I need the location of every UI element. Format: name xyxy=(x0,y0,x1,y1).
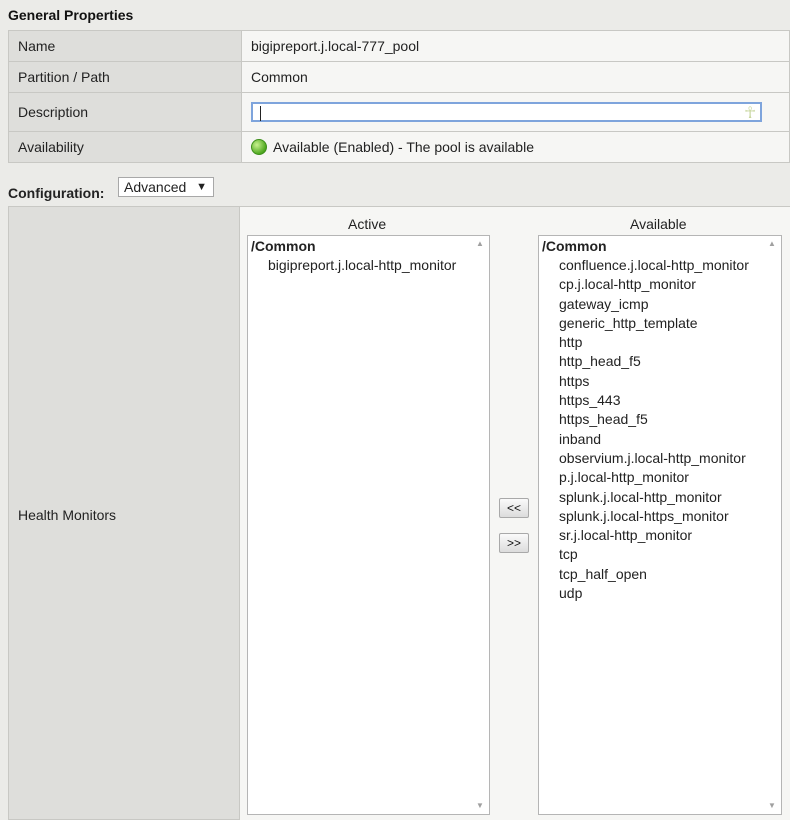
text-caret xyxy=(260,106,261,121)
configuration-select[interactable]: Advanced ▼ xyxy=(118,177,214,197)
monitor-option[interactable]: https_443 xyxy=(539,391,781,410)
available-scrollbar[interactable]: ▲ ▼ xyxy=(766,236,781,814)
partition-label: Partition / Path xyxy=(8,61,242,93)
monitor-option[interactable]: https_head_f5 xyxy=(539,410,781,429)
description-cell: ☥ xyxy=(241,92,790,132)
configuration-label: Configuration: xyxy=(8,185,105,201)
monitor-option[interactable]: sr.j.local-http_monitor xyxy=(539,526,781,545)
description-label: Description xyxy=(8,92,242,132)
availability-label: Availability xyxy=(8,131,242,163)
partition-value: Common xyxy=(241,61,790,93)
active-scrollbar[interactable]: ▲ ▼ xyxy=(474,236,489,814)
monitor-option[interactable]: http xyxy=(539,333,781,352)
monitor-option[interactable]: confluence.j.local-http_monitor xyxy=(539,256,781,275)
name-value: bigipreport.j.local-777_pool xyxy=(241,30,790,62)
name-label: Name xyxy=(8,30,242,62)
general-properties-title: General Properties xyxy=(8,7,134,23)
password-manager-icon[interactable]: ☥ xyxy=(744,103,756,122)
general-properties-table: Name bigipreport.j.local-777_pool Partit… xyxy=(8,30,790,163)
monitor-option[interactable]: tcp xyxy=(539,545,781,564)
description-row: Description ☥ xyxy=(8,92,790,132)
monitor-option[interactable]: http_head_f5 xyxy=(539,352,781,371)
availability-value: Available (Enabled) - The pool is availa… xyxy=(273,139,534,155)
health-monitors-label: Health Monitors xyxy=(18,507,117,523)
monitor-option[interactable]: bigipreport.j.local-http_monitor xyxy=(248,256,489,275)
active-monitors-list[interactable]: /Common bigipreport.j.local-http_monitor… xyxy=(247,235,490,815)
remove-monitor-button[interactable]: >> xyxy=(499,533,529,553)
monitor-option[interactable]: splunk.j.local-http_monitor xyxy=(539,488,781,507)
monitor-option[interactable]: https xyxy=(539,372,781,391)
health-monitors-label-cell: Health Monitors xyxy=(8,206,240,820)
monitor-option[interactable]: splunk.j.local-https_monitor xyxy=(539,507,781,526)
monitor-option[interactable]: tcp_half_open xyxy=(539,565,781,584)
monitor-option[interactable]: udp xyxy=(539,584,781,603)
scroll-down-icon[interactable]: ▼ xyxy=(476,801,484,810)
available-header: Available xyxy=(630,216,687,232)
monitor-option[interactable]: inband xyxy=(539,430,781,449)
name-row: Name bigipreport.j.local-777_pool xyxy=(8,30,790,62)
monitor-option[interactable]: generic_http_template xyxy=(539,314,781,333)
available-group-label: /Common xyxy=(542,238,607,254)
monitor-option[interactable]: gateway_icmp xyxy=(539,295,781,314)
monitor-option[interactable]: observium.j.local-http_monitor xyxy=(539,449,781,468)
availability-cell: Available (Enabled) - The pool is availa… xyxy=(241,131,790,163)
scroll-up-icon[interactable]: ▲ xyxy=(476,239,484,248)
partition-row: Partition / Path Common xyxy=(8,61,790,93)
configuration-selected: Advanced xyxy=(124,179,187,195)
scroll-down-icon[interactable]: ▼ xyxy=(768,801,776,810)
description-input[interactable]: ☥ xyxy=(251,102,762,122)
dropdown-arrow-icon: ▼ xyxy=(196,181,207,193)
status-green-icon xyxy=(251,139,267,155)
monitor-option[interactable]: cp.j.local-http_monitor xyxy=(539,275,781,294)
add-monitor-button[interactable]: << xyxy=(499,498,529,518)
health-monitors-content: Active Available /Common bigipreport.j.l… xyxy=(240,206,790,820)
monitor-option[interactable]: p.j.local-http_monitor xyxy=(539,468,781,487)
availability-row: Availability Available (Enabled) - The p… xyxy=(8,131,790,163)
available-monitors-list[interactable]: /Common confluence.j.local-http_monitor c… xyxy=(538,235,782,815)
active-header: Active xyxy=(348,216,387,232)
active-group-label: /Common xyxy=(251,238,316,254)
scroll-up-icon[interactable]: ▲ xyxy=(768,239,776,248)
